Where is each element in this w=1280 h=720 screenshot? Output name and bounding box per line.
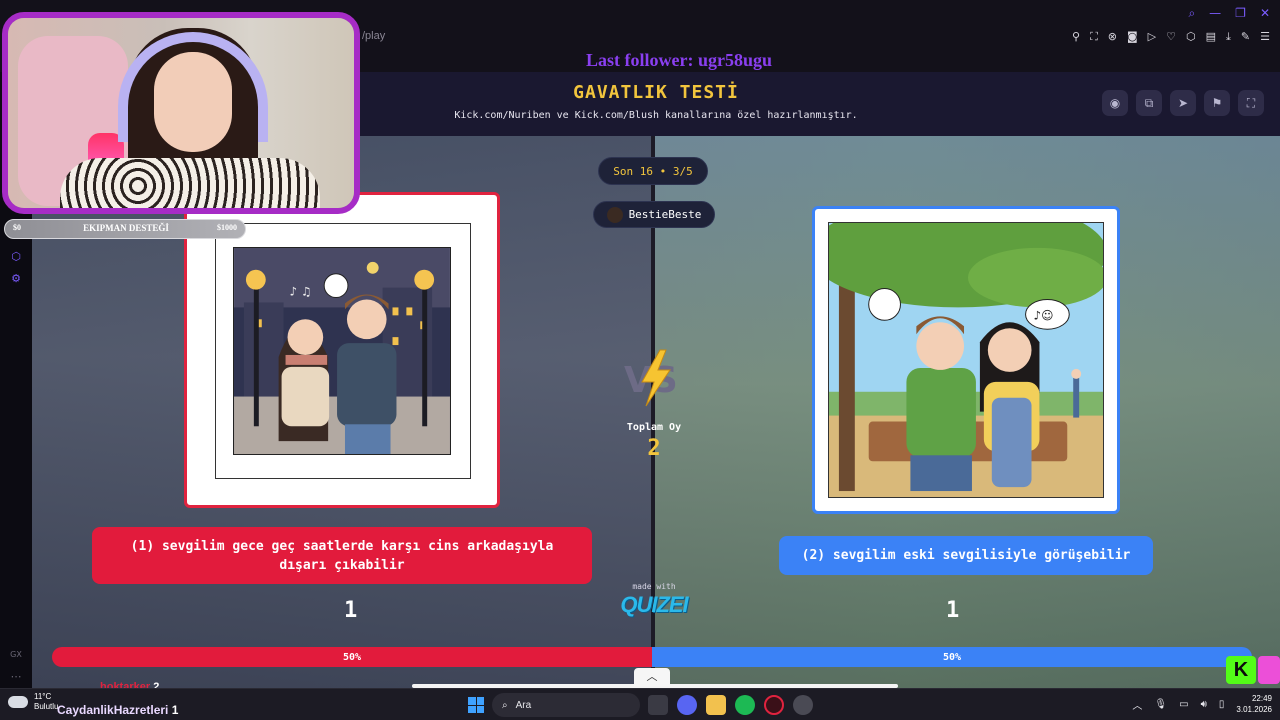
option-2-card[interactable]: ♪☺ [812,206,1120,514]
settings-icon[interactable]: ⚙ [9,272,23,286]
option-1-votes: 1 [344,598,358,623]
close-icon[interactable]: ✕ [1260,6,1270,21]
svg-text:♪ ♫: ♪ ♫ [290,285,312,299]
download-icon[interactable]: ⤓ [1226,30,1231,44]
option-1-percent-bar: 50% [52,647,652,667]
option-1-card[interactable]: ♪ ♫ [184,192,500,508]
discord-icon[interactable] [677,695,697,715]
browser-toolbar: ⚲ ⛶ ⊗ ◙ ▷ ♡ ⬡ ▤ ⤓ ✎ ☰ [1072,30,1270,44]
microphone-icon[interactable]: 🎙︎ [1154,699,1167,710]
option-2-percent: 50% [942,651,962,663]
quizei-logo[interactable]: QUIZEI [608,592,700,618]
extensions-icon[interactable]: ⬡ [9,250,23,264]
kick-logo-secondary [1258,656,1280,684]
obs-icon[interactable] [793,695,813,715]
ai-icon[interactable]: ✎ [1241,30,1250,44]
last-follower-overlay: Last follower: ugr58ugu [586,50,772,70]
volume-icon[interactable]: 🔊︎ [1201,699,1207,710]
clock-date: 3.01.2026 [1236,705,1272,714]
extensions-icon[interactable]: ⬡ [1186,30,1196,44]
gx-icon[interactable]: GX [9,650,23,664]
play-icon[interactable]: ▷ [1148,30,1156,44]
clock-time: 22:49 [1251,694,1272,703]
minimize-icon[interactable]: — [1209,6,1221,21]
heart-icon[interactable]: ♡ [1166,30,1176,44]
screenshot-icon[interactable]: ⛶ [1090,30,1098,44]
weather-widget[interactable]: 11°C Bulutlu [8,692,58,712]
donation-goal-bar: $0 EKIPMAN DESTEĞİ $1000 [4,219,246,239]
chevron-up-icon[interactable]: ︿ [634,668,670,686]
system-tray: ︿ 🎙︎ ▭ 🔊︎ ▯ 22:49 3.01.2026 [1132,693,1272,715]
share-icon[interactable]: ⧉ [1136,90,1162,116]
webcam-overlay [2,12,360,214]
cloud-icon [8,696,28,708]
taskbar-search[interactable]: ⌕ Ara [492,693,640,717]
window-controls: ⌕ — ❐ ✕ [1188,6,1270,21]
eye-icon[interactable]: ◉ [1102,90,1128,116]
spotify-icon[interactable] [735,695,755,715]
kick-logo: K [1226,656,1256,684]
windows-start-icon[interactable] [468,697,484,713]
option-1-percent: 50% [342,651,362,663]
send-icon[interactable]: ➤ [1170,90,1196,116]
option-2-label[interactable]: (2) sevgilim eski sevgilisiyle görüşebil… [779,536,1153,575]
task-view-icon[interactable] [648,695,668,715]
round-indicator: Son 16 • 3/5 [598,157,708,185]
option-1-label[interactable]: (1) sevgilim gece geç saatlerde karşı ci… [92,527,592,584]
opera-gx-icon[interactable] [764,695,784,715]
camera-icon[interactable]: ◙ [1127,30,1138,44]
search-icon[interactable]: ⌕ [1188,6,1195,21]
donation-title: EKIPMAN DESTEĞİ [83,223,169,233]
weather-desc: Bulutlu [34,702,59,711]
battery-icon[interactable]: ▯ [1219,699,1225,710]
document-icon[interactable]: ▤ [1206,30,1216,44]
option-1-illustration: ♪ ♫ [233,247,451,455]
taskbar: 11°C Bulutlu CaydanlikHazretleri 1 ⌕ Ara… [0,688,1280,720]
browser-url[interactable]: /play [362,30,385,42]
clock[interactable]: 22:49 3.01.2026 [1236,693,1272,715]
temperature: 11°C [34,692,52,701]
chevron-up-icon[interactable]: ︿ [1132,697,1142,712]
block-icon[interactable]: ⊗ [1108,30,1117,44]
player-name: BestieBeste [628,208,702,221]
folder-icon[interactable] [706,695,726,715]
made-with-label: made with [632,582,676,591]
fullscreen-icon[interactable]: ⛶ [1238,90,1264,116]
donation-max: $1000 [217,223,237,232]
flag-icon[interactable]: ⚑ [1204,90,1230,116]
total-votes-label: Toplam Oy [626,422,682,433]
header-actions: ◉ ⧉ ➤ ⚑ ⛶ [1102,90,1264,116]
vs-emblem: VS [624,349,678,407]
total-votes-value: 2 [647,436,661,461]
search-icon: ⌕ [502,699,508,711]
menu-icon[interactable]: ☰ [1260,30,1270,44]
more-icon[interactable]: ⋯ [9,670,23,684]
avatar [606,206,623,223]
search-placeholder: Ara [515,699,532,711]
option-2-votes: 1 [946,598,960,623]
viewer-count: 1 [171,703,179,717]
restore-icon[interactable]: ❐ [1235,6,1246,21]
option-2-percent-bar: 50% [652,647,1252,667]
viewer-overlay: CaydanlikHazretleri 1 [57,703,178,717]
pin-icon[interactable]: ⚲ [1072,30,1080,44]
player-badge: BestieBeste [593,201,715,228]
svg-text:♪☺: ♪☺ [1034,308,1054,322]
network-icon[interactable]: ▭ [1179,699,1188,710]
option-2-illustration: ♪☺ [828,222,1104,498]
viewer-name: CaydanlikHazretleri [57,703,169,717]
